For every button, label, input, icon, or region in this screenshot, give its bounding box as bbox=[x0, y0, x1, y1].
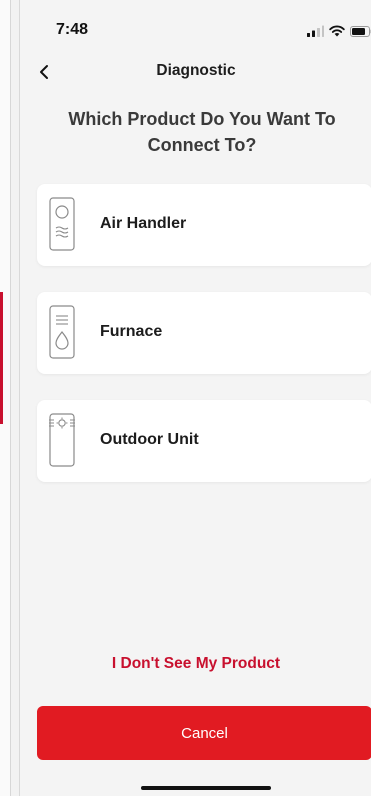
outdoor-unit-icon bbox=[49, 413, 75, 467]
air-handler-icon bbox=[49, 197, 75, 251]
battery-icon bbox=[350, 25, 371, 37]
product-name: Outdoor Unit bbox=[100, 431, 199, 448]
product-name: Furnace bbox=[100, 323, 163, 340]
status-time: 7:48 bbox=[56, 21, 89, 38]
signal-icon bbox=[307, 25, 324, 37]
background-panel-accent bbox=[0, 292, 3, 424]
question-heading: Which Product Do You Want To Connect To? bbox=[68, 109, 336, 155]
status-icons bbox=[306, 24, 371, 38]
furnace-icon bbox=[49, 305, 75, 359]
nav-bar: Diagnostic bbox=[20, 54, 371, 90]
cancel-button[interactable]: Cancel bbox=[37, 706, 371, 760]
wifi-icon bbox=[329, 25, 345, 37]
product-card-furnace[interactable]: Furnace bbox=[37, 292, 371, 374]
dont-see-product-link[interactable]: I Don't See My Product bbox=[20, 655, 371, 673]
page-title: Diagnostic bbox=[156, 62, 236, 79]
diagnostic-screen: 7:48 Diagnostic Which Product Do You Wan… bbox=[19, 0, 371, 796]
product-card-air-handler[interactable]: Air Handler bbox=[37, 184, 371, 266]
product-name: Air Handler bbox=[100, 215, 187, 232]
home-indicator bbox=[141, 786, 271, 790]
status-bar: 7:48 bbox=[20, 0, 371, 50]
product-card-outdoor-unit[interactable]: Outdoor Unit bbox=[37, 400, 371, 482]
